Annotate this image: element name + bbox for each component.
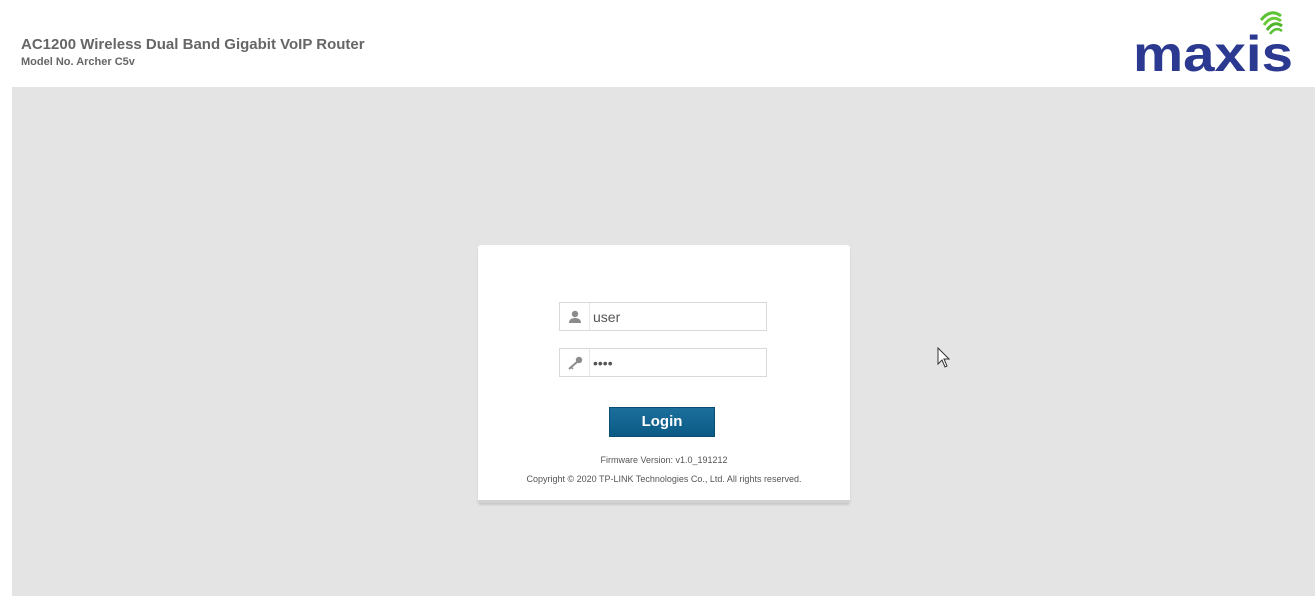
model-number: Model No. Archer C5v <box>21 56 135 68</box>
header: AC1200 Wireless Dual Band Gigabit VoIP R… <box>0 0 1315 87</box>
login-button[interactable]: Login <box>609 407 715 437</box>
firmware-version: Firmware Version: v1.0_191212 <box>600 455 728 465</box>
key-icon <box>560 349 590 376</box>
password-input[interactable] <box>593 349 761 376</box>
username-input[interactable] <box>593 303 761 330</box>
product-title: AC1200 Wireless Dual Band Gigabit VoIP R… <box>21 36 365 53</box>
user-icon <box>560 303 590 330</box>
username-field[interactable] <box>559 302 767 331</box>
password-field[interactable] <box>559 348 767 377</box>
mouse-cursor-icon <box>937 347 951 368</box>
copyright-text: Copyright © 2020 TP-LINK Technologies Co… <box>526 474 802 484</box>
logo-text: maxis <box>1133 26 1293 76</box>
maxis-logo: maxis <box>1133 11 1293 76</box>
